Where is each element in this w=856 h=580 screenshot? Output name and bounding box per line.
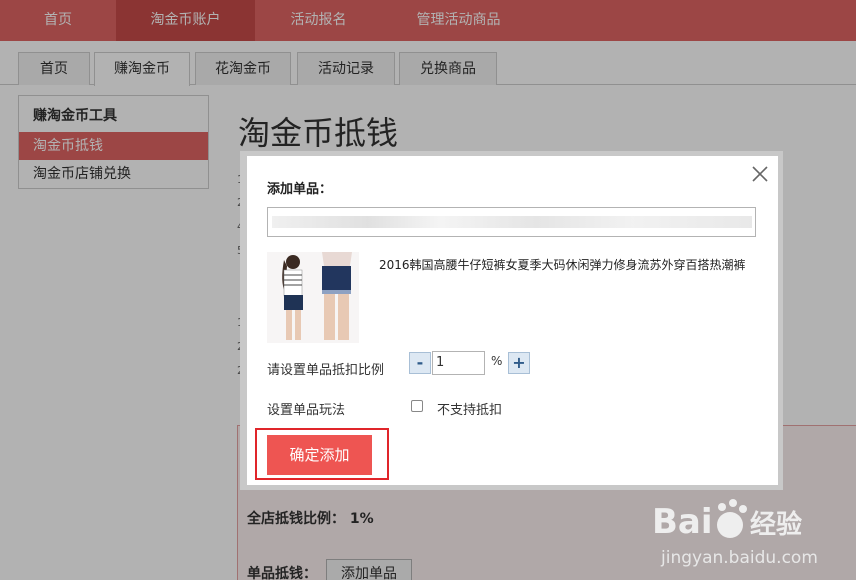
no-deduction-label[interactable]: 不支持抵扣 (437, 399, 502, 418)
product-image (267, 252, 359, 343)
product-name: 2016韩国高腰牛仔短裤女夏季大码休闲弹力修身流苏外穿百搭热潮裤 (379, 258, 746, 272)
no-deduction-checkbox[interactable] (411, 400, 423, 412)
close-icon[interactable] (750, 164, 770, 184)
add-item-modal: 添加单品： 2016韩国高腰牛仔短裤女夏季大码休闲弹力修身流苏外穿百搭热潮裤 请… (247, 156, 778, 485)
svg-text:Bai: Bai (652, 502, 713, 542)
confirm-add-button[interactable]: 确定添加 (267, 435, 372, 475)
modal-title: 添加单品： (267, 182, 333, 197)
watermark-url: jingyan.baidu.com (661, 548, 818, 568)
ratio-increment-button[interactable]: + (508, 352, 530, 374)
ratio-decrement-button[interactable]: - (409, 352, 431, 374)
play-mode-label: 设置单品玩法 (267, 403, 346, 418)
svg-text:经验: 经验 (750, 509, 802, 540)
blurred-input-text (272, 216, 752, 228)
ratio-input[interactable]: 1 (432, 351, 485, 375)
ratio-label: 请设置单品抵扣比例 (267, 363, 385, 378)
ratio-unit: % (491, 354, 503, 368)
